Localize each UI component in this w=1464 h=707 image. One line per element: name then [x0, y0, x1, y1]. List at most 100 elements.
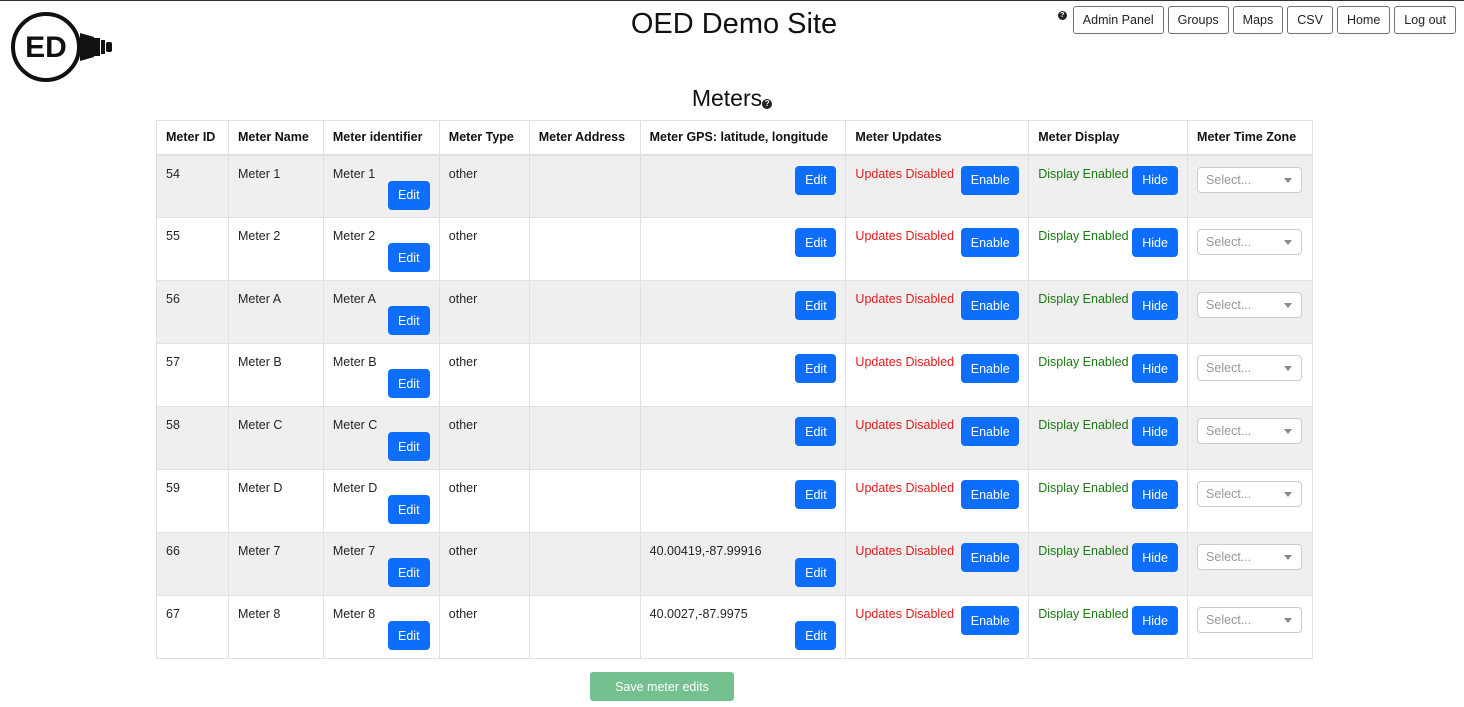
hide-meter-button[interactable]: Hide [1132, 354, 1179, 383]
enable-updates-button[interactable]: Enable [961, 480, 1020, 509]
hide-meter-button[interactable]: Hide [1132, 228, 1179, 257]
meter-name-cell: Meter B [227, 343, 324, 407]
edit-gps-button[interactable]: Edit [795, 354, 837, 383]
timezone-select[interactable]: Select... [1197, 481, 1303, 507]
hide-meter-button[interactable]: Hide [1132, 543, 1179, 572]
meter-type-cell: other [438, 217, 530, 281]
chevron-down-icon [1284, 618, 1293, 623]
column-header: Meter Updates [845, 120, 1030, 156]
timezone-select[interactable]: Select... [1197, 418, 1303, 444]
edit-identifier-button[interactable]: Edit [387, 306, 430, 335]
edit-gps-button[interactable]: Edit [795, 417, 837, 446]
edit-identifier-button[interactable]: Edit [387, 495, 430, 524]
edit-gps-button[interactable]: Edit [795, 165, 837, 195]
meter-display-cell: Display Enabled Hide [1028, 532, 1189, 596]
meter-name: Meter 1 [237, 166, 281, 181]
meter-gps-cell: Edit [639, 343, 847, 407]
meter-id: 66 [166, 544, 180, 558]
maps-button[interactable]: Maps [1232, 6, 1284, 34]
meter-type: other [448, 166, 478, 181]
hide-meter-button[interactable]: Hide [1132, 417, 1179, 446]
meter-identifier: Meter D [332, 481, 378, 495]
hide-meter-button[interactable]: Hide [1132, 480, 1179, 509]
meter-updates-cell: Updates Disabled Enable [845, 595, 1030, 659]
meter-display-cell: Display Enabled Hide [1028, 406, 1189, 470]
meter-identifier: Meter 8 [332, 607, 376, 621]
timezone-select[interactable]: Select... [1197, 607, 1303, 633]
meter-type-cell: other [438, 406, 530, 470]
meter-id: 55 [166, 229, 180, 243]
meter-address-cell [528, 343, 641, 407]
timezone-select[interactable]: Select... [1197, 166, 1303, 193]
meter-name-cell: Meter 8 [227, 595, 324, 659]
groups-button[interactable]: Groups [1167, 6, 1229, 34]
display-status: Display Enabled [1038, 355, 1129, 369]
edit-gps-button[interactable]: Edit [795, 558, 837, 587]
meter-name: Meter D [237, 481, 283, 495]
meter-identifier-cell: Meter D Edit [322, 469, 440, 533]
edit-gps-button[interactable]: Edit [795, 291, 837, 320]
table-row: 57 Meter B Meter B Edit other Edit Updates Dis… [156, 343, 1313, 407]
meter-identifier-cell: Meter 1 Edit [322, 154, 440, 218]
updates-status: Updates Disabled [855, 292, 955, 306]
edit-identifier-button[interactable]: Edit [387, 243, 430, 272]
hide-meter-button[interactable]: Hide [1132, 165, 1179, 195]
enable-updates-button[interactable]: Enable [961, 606, 1020, 635]
meter-id-cell: 59 [156, 469, 229, 533]
enable-updates-button[interactable]: Enable [961, 228, 1020, 257]
meter-id: 57 [166, 355, 180, 369]
updates-status: Updates Disabled [855, 229, 955, 243]
log-out-button[interactable]: Log out [1394, 6, 1456, 34]
edit-gps-button[interactable]: Edit [795, 480, 837, 509]
save-meter-edits-button[interactable]: Save meter edits [590, 672, 734, 701]
timezone-select[interactable]: Select... [1197, 355, 1303, 381]
meter-type: other [448, 607, 478, 621]
meter-timezone-cell: Select... [1187, 595, 1313, 659]
hide-meter-button[interactable]: Hide [1132, 291, 1179, 320]
edit-identifier-button[interactable]: Edit [387, 621, 430, 650]
meter-gps: 40.0027,-87.9975 [649, 607, 748, 621]
timezone-select-placeholder: Select... [1206, 361, 1252, 375]
meter-updates-cell: Updates Disabled Enable [845, 406, 1030, 470]
table-header-row: Meter ID Meter Name Meter identifier Meter … [156, 120, 1313, 156]
chevron-down-icon [1284, 303, 1293, 308]
timezone-select[interactable]: Select... [1197, 229, 1303, 255]
meter-updates-cell: Updates Disabled Enable [845, 343, 1030, 407]
hide-meter-button[interactable]: Hide [1132, 606, 1179, 635]
enable-updates-button[interactable]: Enable [961, 291, 1020, 320]
column-header: Meter identifier [322, 120, 440, 156]
display-status: Display Enabled [1038, 481, 1129, 495]
timezone-select[interactable]: Select... [1197, 292, 1303, 318]
meter-gps-cell: 40.0027,-87.9975 Edit [639, 595, 847, 659]
edit-identifier-button[interactable]: Edit [387, 180, 430, 210]
home-button[interactable]: Home [1336, 6, 1391, 34]
admin-panel-button[interactable]: Admin Panel [1072, 6, 1164, 34]
edit-identifier-button[interactable]: Edit [387, 432, 430, 461]
table-row: 56 Meter A Meter A Edit other Edit Updates Dis… [156, 280, 1313, 344]
edit-identifier-button[interactable]: Edit [387, 369, 430, 398]
meter-id: 58 [166, 418, 180, 432]
enable-updates-button[interactable]: Enable [961, 543, 1020, 572]
question-circle-icon[interactable]: ? [762, 99, 773, 109]
edit-gps-button[interactable]: Edit [795, 228, 837, 257]
enable-updates-button[interactable]: Enable [961, 165, 1020, 195]
column-header: Meter Name [227, 120, 324, 156]
timezone-select-placeholder: Select... [1206, 550, 1252, 564]
chevron-down-icon [1284, 429, 1293, 434]
csv-button[interactable]: CSV [1287, 6, 1333, 34]
edit-gps-button[interactable]: Edit [795, 621, 837, 650]
display-status: Display Enabled [1038, 229, 1129, 243]
meter-timezone-cell: Select... [1187, 532, 1313, 596]
enable-updates-button[interactable]: Enable [961, 354, 1020, 383]
question-circle-icon[interactable]: ? [1057, 10, 1067, 20]
edit-identifier-button[interactable]: Edit [387, 558, 430, 587]
display-status: Display Enabled [1038, 418, 1129, 432]
meter-type-cell: other [438, 343, 530, 407]
timezone-select[interactable]: Select... [1197, 544, 1303, 570]
table-row: 54 Meter 1 Meter 1 Edit other Edit Updates Dis… [156, 154, 1313, 218]
meter-id-cell: 58 [156, 406, 229, 470]
meter-display-cell: Display Enabled Hide [1028, 217, 1189, 281]
enable-updates-button[interactable]: Enable [961, 417, 1020, 446]
meter-type-cell: other [438, 280, 530, 344]
meter-id-cell: 66 [156, 532, 229, 596]
